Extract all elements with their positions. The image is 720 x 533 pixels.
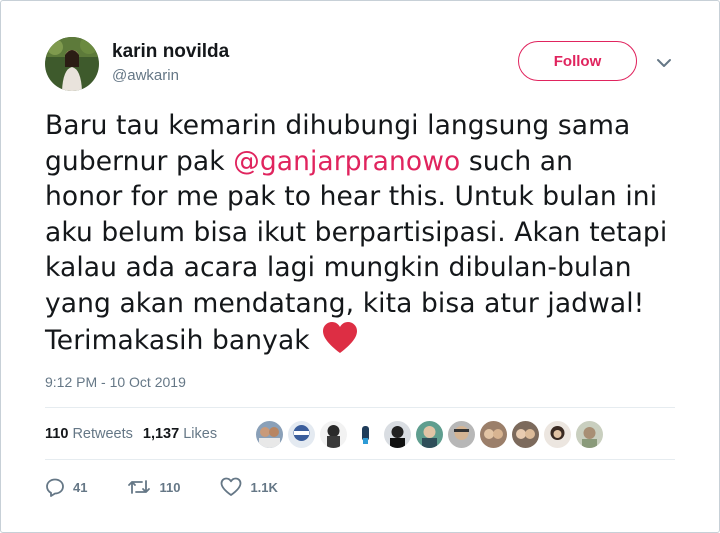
reply-icon <box>45 477 65 497</box>
tweet-line: gubernur pak @ganjarpranowo such an <box>45 144 705 180</box>
retweets-stat[interactable]: 110 Retweets <box>45 426 133 442</box>
retweet-button[interactable]: 110 <box>127 477 180 497</box>
divider <box>45 459 675 460</box>
mention-link[interactable]: @ganjarpranowo <box>233 146 460 177</box>
likes-stat[interactable]: 1,137 Likes <box>143 426 217 442</box>
liker-avatar-6[interactable] <box>414 419 445 450</box>
reply-count: 41 <box>73 479 88 495</box>
retweet-icon <box>127 477 151 497</box>
tweet-line: Baru tau kemarin dihubungi langsung sama <box>45 110 631 141</box>
tweet-actions: 41 110 1.1K <box>45 477 318 497</box>
tweet-line: yang akan mendatang, kita bisa atur jadw… <box>45 287 645 319</box>
user-handle[interactable]: @awkarin <box>112 67 179 84</box>
tweet-line-part: gubernur pak <box>45 145 234 177</box>
liker-avatar-4[interactable] <box>350 419 381 450</box>
liker-avatar-11[interactable] <box>574 419 605 450</box>
tweet-line-part: such an <box>460 145 573 177</box>
likes-count: 1,137 <box>142 426 180 442</box>
red-heart-emoji-icon <box>322 321 358 355</box>
liker-avatar-2[interactable] <box>286 419 317 450</box>
liker-avatar-5[interactable] <box>382 419 413 450</box>
follow-button[interactable]: Follow <box>518 41 637 81</box>
divider <box>45 407 675 408</box>
retweets-count: 110 <box>45 426 69 442</box>
tweet-line: honor for me pak to hear this. Untuk bul… <box>45 181 658 212</box>
liker-avatar-10[interactable] <box>542 419 573 450</box>
reply-button[interactable]: 41 <box>45 477 87 497</box>
tweet-text: Baru tau kemarin dihubungi langsung sama… <box>45 108 705 359</box>
likers-avatars <box>254 419 605 450</box>
user-name[interactable]: karin novilda <box>112 41 229 63</box>
tweet-line-part: Terimakasih banyak <box>45 325 319 356</box>
liker-avatar-7[interactable] <box>446 419 477 450</box>
like-count: 1.1K <box>250 479 278 495</box>
chevron-down-icon[interactable] <box>656 56 672 68</box>
user-avatar[interactable] <box>45 37 99 91</box>
tweet-line: kalau ada acara lagi mungkin dibulan-bul… <box>45 252 632 283</box>
retweet-count: 110 <box>159 479 181 495</box>
like-button[interactable]: 1.1K <box>220 477 278 497</box>
liker-avatar-9[interactable] <box>510 419 541 450</box>
tweet-line: Terimakasih banyak <box>45 321 705 359</box>
heart-icon <box>220 477 242 497</box>
liker-avatar-1[interactable] <box>254 419 285 450</box>
likes-label: Likes <box>183 426 218 442</box>
retweets-label: Retweets <box>72 426 133 442</box>
liker-avatar-3[interactable] <box>318 419 349 450</box>
tweet-timestamp[interactable]: 9:12 PM - 10 Oct 2019 <box>45 374 186 390</box>
tweet-stats: 110 Retweets 1,137 Likes <box>45 426 217 442</box>
liker-avatar-8[interactable] <box>478 419 509 450</box>
tweet-line: aku belum bisa ikut berpartisipasi. Akan… <box>45 216 668 248</box>
